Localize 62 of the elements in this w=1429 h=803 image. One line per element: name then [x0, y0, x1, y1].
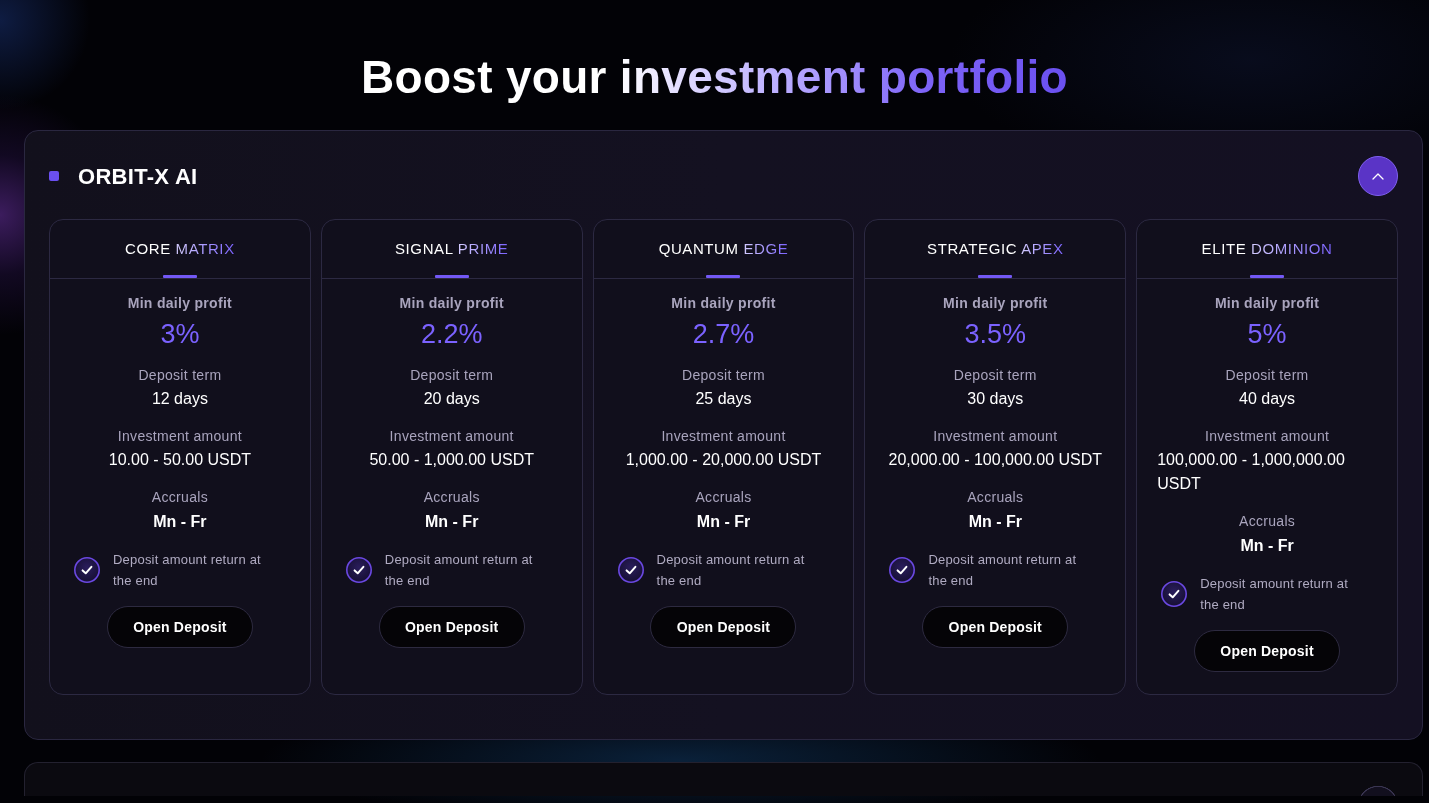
profit-percent: 5% — [1247, 318, 1287, 350]
field-value: Mn - Fr — [425, 512, 479, 532]
field-label: Accruals — [422, 488, 481, 507]
open-deposit-button[interactable]: Open Deposit — [650, 606, 797, 648]
field-value: Mn - Fr — [696, 512, 751, 532]
field-value: 10.00 - 50.00 USDT — [108, 450, 252, 470]
plan-title: STRATEGIC APEX — [927, 240, 1064, 258]
field-label: Investment amount — [388, 427, 515, 446]
field-value: Mn - Fr — [1240, 536, 1294, 556]
open-deposit-button[interactable]: Open Deposit — [922, 606, 1069, 648]
field-value: Mn - Fr — [968, 512, 1022, 532]
section-title: ORBIT-X AI — [78, 162, 198, 191]
accent-underline — [434, 275, 469, 278]
field-label: Min daily profit — [942, 294, 1049, 313]
field-label: Deposit term — [137, 366, 223, 385]
square-icon — [49, 171, 59, 181]
accent-underline — [162, 275, 197, 278]
profit-percent: 2.7% — [692, 318, 755, 350]
collapse-button[interactable] — [1358, 156, 1398, 196]
feature-text: Deposit amount return at the end — [113, 551, 262, 590]
open-deposit-button[interactable]: Open Deposit — [1194, 630, 1341, 672]
plan-title: SIGNAL PRIME — [395, 240, 509, 258]
feature-text: Deposit amount return at the end — [384, 551, 534, 590]
field-value: 100,000.00 - 1,000,000.00 USDT — [1157, 450, 1346, 494]
field-value: 1,000.00 - 20,000.00 USDT — [625, 450, 822, 470]
plan-title: QUANTUM EDGE — [658, 240, 789, 258]
field-value: 30 days — [967, 389, 1024, 409]
feature-text: Deposit amount return at the end — [928, 551, 1078, 590]
field-label: Accruals — [694, 488, 753, 507]
field-label: Deposit term — [409, 366, 495, 385]
field-label: Investment amount — [660, 427, 787, 446]
field-label: Investment amount — [932, 427, 1059, 446]
field-label: Accruals — [966, 488, 1025, 507]
feature-text: Deposit amount return at the end — [1200, 575, 1350, 614]
profit-percent: 3.5% — [964, 318, 1027, 350]
field-label: Min daily profit — [670, 294, 777, 313]
field-label: Investment amount — [1204, 427, 1331, 446]
field-value: Mn - Fr — [153, 512, 207, 532]
feature-text: Deposit amount return at the end — [656, 551, 806, 590]
profit-percent: 3% — [160, 318, 200, 350]
chevron-up-icon — [1372, 172, 1384, 180]
field-value: 12 days — [151, 389, 208, 409]
field-value: 20,000.00 - 100,000.00 USDT — [888, 450, 1103, 470]
accent-underline — [1250, 275, 1285, 278]
field-label: Deposit term — [681, 366, 766, 385]
field-value: 50.00 - 1,000.00 USDT — [369, 450, 534, 470]
field-label: Min daily profit — [126, 294, 234, 313]
field-value: 40 days — [1239, 389, 1296, 409]
profit-percent: 2.2% — [420, 318, 483, 350]
field-label: Accruals — [1238, 512, 1297, 531]
open-deposit-button[interactable]: Open Deposit — [106, 606, 253, 648]
field-label: Deposit term — [1224, 366, 1310, 385]
accent-underline — [706, 275, 741, 278]
field-label: Investment amount — [116, 427, 243, 446]
accent-underline — [978, 275, 1013, 278]
field-label: Min daily profit — [398, 294, 505, 313]
field-label: Min daily profit — [1213, 294, 1321, 313]
open-deposit-button[interactable]: Open Deposit — [378, 606, 525, 648]
field-value: 25 days — [695, 389, 752, 409]
field-label: Accruals — [150, 488, 209, 507]
field-label: Deposit term — [952, 366, 1038, 385]
field-value: 20 days — [423, 389, 480, 409]
